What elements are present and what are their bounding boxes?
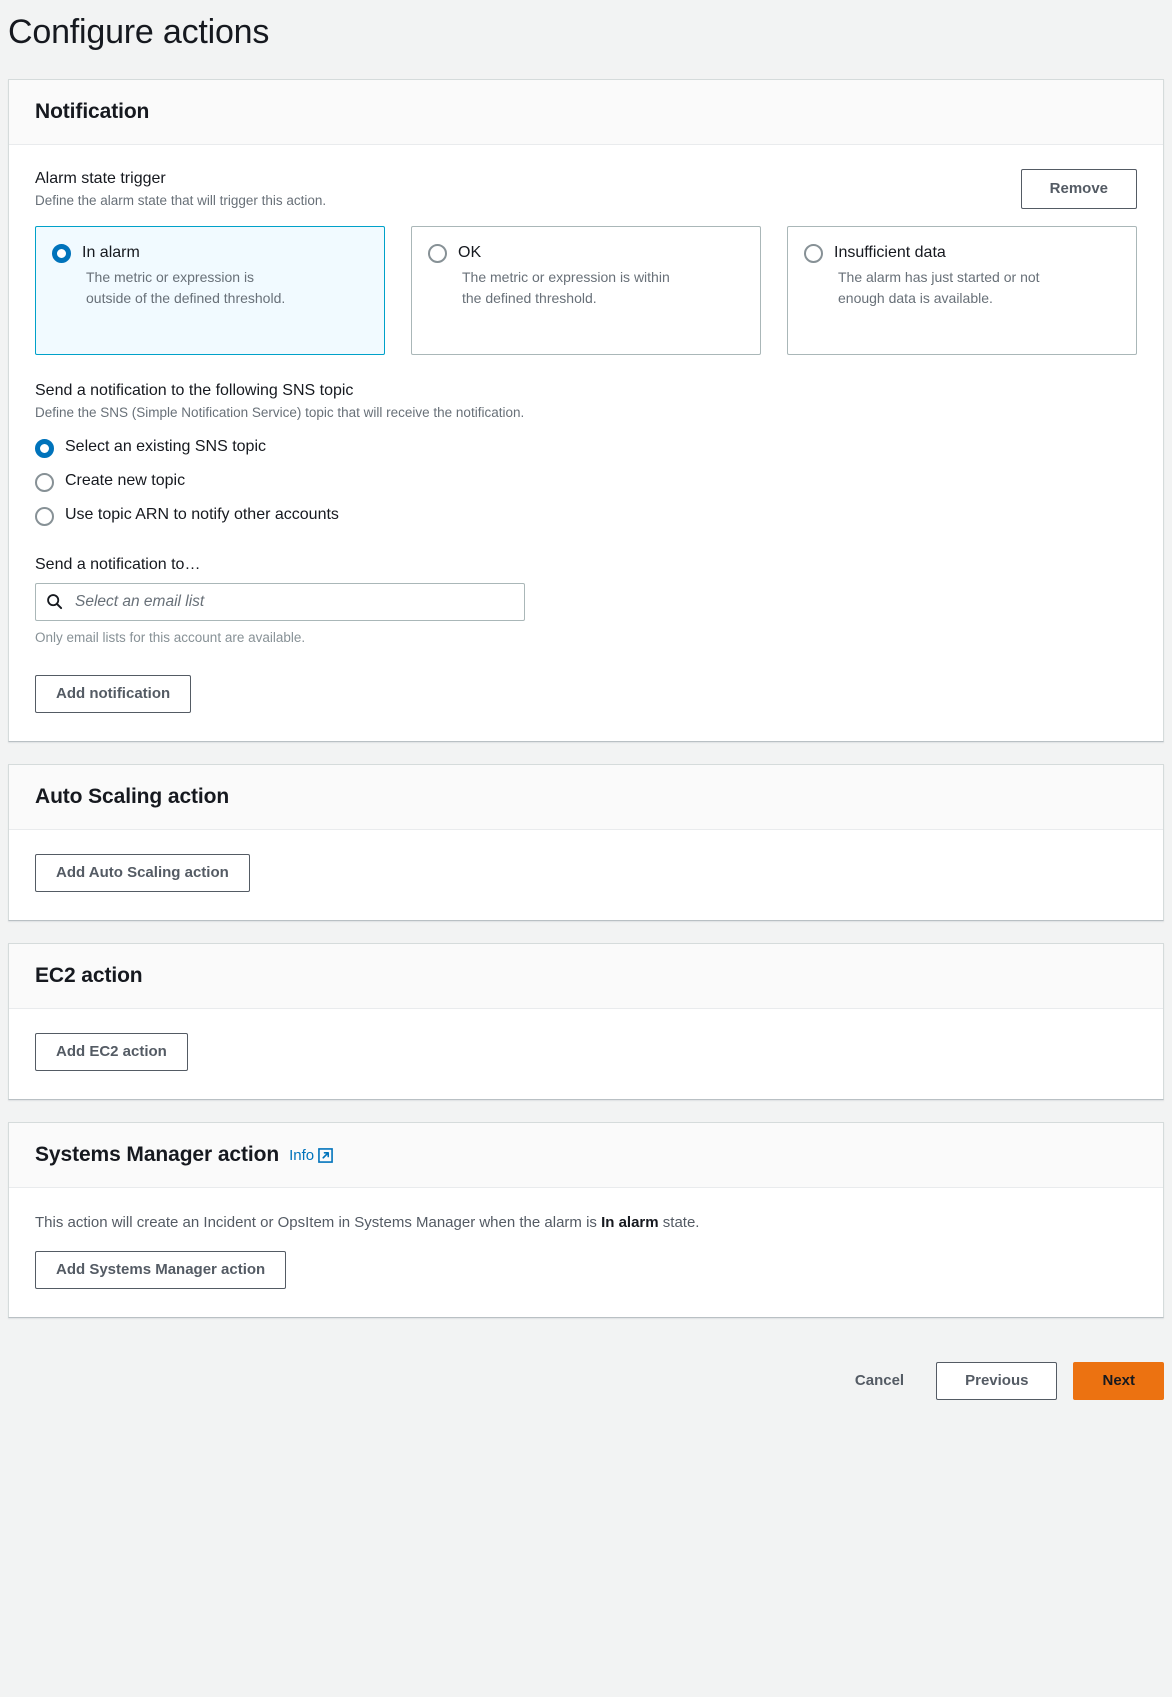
cancel-button[interactable]: Cancel	[839, 1363, 920, 1398]
remove-button[interactable]: Remove	[1020, 168, 1137, 209]
radio-ok[interactable]	[428, 244, 447, 264]
alarm-state-trigger-options: In alarm The metric or expression is out…	[35, 226, 1137, 356]
ec2-panel-body: Add EC2 action	[9, 1008, 1163, 1099]
info-link-label: Info	[289, 1147, 315, 1165]
alarm-state-option-ok[interactable]: OK The metric or expression is within th…	[411, 226, 761, 356]
systems-manager-title: Systems Manager action	[35, 1142, 280, 1166]
systems-manager-description-prefix: This action will create an Incident or O…	[35, 1213, 602, 1231]
add-notification-button[interactable]: Add notification	[35, 674, 192, 713]
alarm-state-option-in-alarm[interactable]: In alarm The metric or expression is out…	[35, 226, 385, 356]
sns-option-create-new-label: Create new topic	[65, 471, 186, 489]
alarm-state-option-insufficient-data[interactable]: Insufficient data The alarm has just sta…	[787, 226, 1137, 356]
auto-scaling-panel-body: Add Auto Scaling action	[9, 829, 1163, 920]
alarm-state-option-ok-title: OK	[458, 244, 482, 262]
sns-option-use-topic-arn-label: Use topic ARN to notify other accounts	[65, 505, 339, 523]
alarm-state-trigger-description: Define the alarm state that will trigger…	[35, 192, 327, 208]
systems-manager-panel-header: Systems Manager action Info	[9, 1122, 1163, 1188]
alarm-state-option-in-alarm-top: In alarm	[52, 243, 366, 264]
sns-topic-options: Select an existing SNS topic Create new …	[35, 437, 1137, 526]
ec2-title: EC2 action	[35, 963, 143, 987]
add-notification-wrap: Add notification	[35, 674, 1137, 713]
systems-manager-description: This action will create an Incident or O…	[35, 1212, 1137, 1233]
sns-option-select-existing[interactable]: Select an existing SNS topic	[35, 437, 1137, 459]
alarm-state-option-insufficient-data-title: Insufficient data	[834, 244, 946, 262]
email-list-search-box[interactable]	[35, 582, 525, 621]
radio-insufficient-data[interactable]	[804, 244, 823, 264]
add-auto-scaling-action-button[interactable]: Add Auto Scaling action	[35, 853, 250, 892]
radio-in-alarm[interactable]	[52, 244, 71, 264]
alarm-state-option-insufficient-data-description: The alarm has just started or not enough…	[838, 269, 1040, 306]
systems-manager-panel-body: This action will create an Incident or O…	[9, 1187, 1163, 1317]
auto-scaling-panel-header: Auto Scaling action	[9, 764, 1163, 830]
notification-panel-body: Alarm state trigger Define the alarm sta…	[9, 144, 1163, 741]
notification-title: Notification	[35, 99, 150, 123]
ec2-panel: EC2 action Add EC2 action	[8, 942, 1164, 1100]
wizard-footer: Cancel Previous Next	[0, 1340, 1172, 1424]
radio-create-new-topic[interactable]	[35, 472, 54, 492]
alarm-state-option-in-alarm-title: In alarm	[82, 244, 140, 262]
sns-option-select-existing-label: Select an existing SNS topic	[65, 438, 266, 456]
ec2-panel-header: EC2 action	[9, 943, 1163, 1009]
page-title: Configure actions	[8, 13, 270, 51]
systems-manager-info-link[interactable]: Info	[289, 1147, 333, 1164]
email-list-hint: Only email lists for this account are av…	[35, 629, 306, 645]
radio-use-topic-arn[interactable]	[35, 506, 54, 526]
email-list-input[interactable]	[73, 591, 514, 612]
radio-select-existing-sns-topic[interactable]	[35, 439, 54, 459]
alarm-state-trigger-label: Alarm state trigger	[35, 169, 166, 187]
sns-option-create-new[interactable]: Create new topic	[35, 471, 1137, 492]
alarm-state-option-in-alarm-description: The metric or expression is outside of t…	[86, 269, 286, 306]
add-ec2-action-button[interactable]: Add EC2 action	[35, 1032, 188, 1071]
alarm-state-option-ok-top: OK	[428, 243, 742, 264]
alarm-state-trigger-row: Alarm state trigger Define the alarm sta…	[35, 168, 1137, 225]
sns-topic-description: Define the SNS (Simple Notification Serv…	[35, 405, 525, 421]
send-notification-to-label: Send a notification to…	[35, 555, 201, 573]
systems-manager-description-suffix: state.	[658, 1213, 700, 1231]
alarm-state-option-ok-description: The metric or expression is within the d…	[462, 269, 670, 306]
systems-manager-description-state: In alarm	[601, 1213, 659, 1231]
external-link-icon	[318, 1148, 333, 1163]
sns-topic-section: Send a notification to the following SNS…	[35, 381, 1137, 713]
alarm-state-trigger-labels: Alarm state trigger Define the alarm sta…	[35, 169, 326, 225]
systems-manager-panel: Systems Manager action Info This action …	[8, 1121, 1164, 1318]
notification-panel: Notification Alarm state trigger Define …	[8, 78, 1164, 742]
sns-option-use-topic-arn[interactable]: Use topic ARN to notify other accounts	[35, 505, 1137, 526]
auto-scaling-panel: Auto Scaling action Add Auto Scaling act…	[8, 763, 1164, 921]
notification-panel-header: Notification	[9, 79, 1163, 145]
previous-button[interactable]: Previous	[936, 1361, 1058, 1400]
alarm-state-option-insufficient-data-top: Insufficient data	[804, 243, 1118, 264]
add-systems-manager-action-button[interactable]: Add Systems Manager action	[35, 1250, 287, 1289]
next-button[interactable]: Next	[1073, 1361, 1164, 1400]
sns-topic-label: Send a notification to the following SNS…	[35, 382, 354, 400]
search-icon	[46, 593, 63, 610]
auto-scaling-title: Auto Scaling action	[35, 784, 230, 808]
